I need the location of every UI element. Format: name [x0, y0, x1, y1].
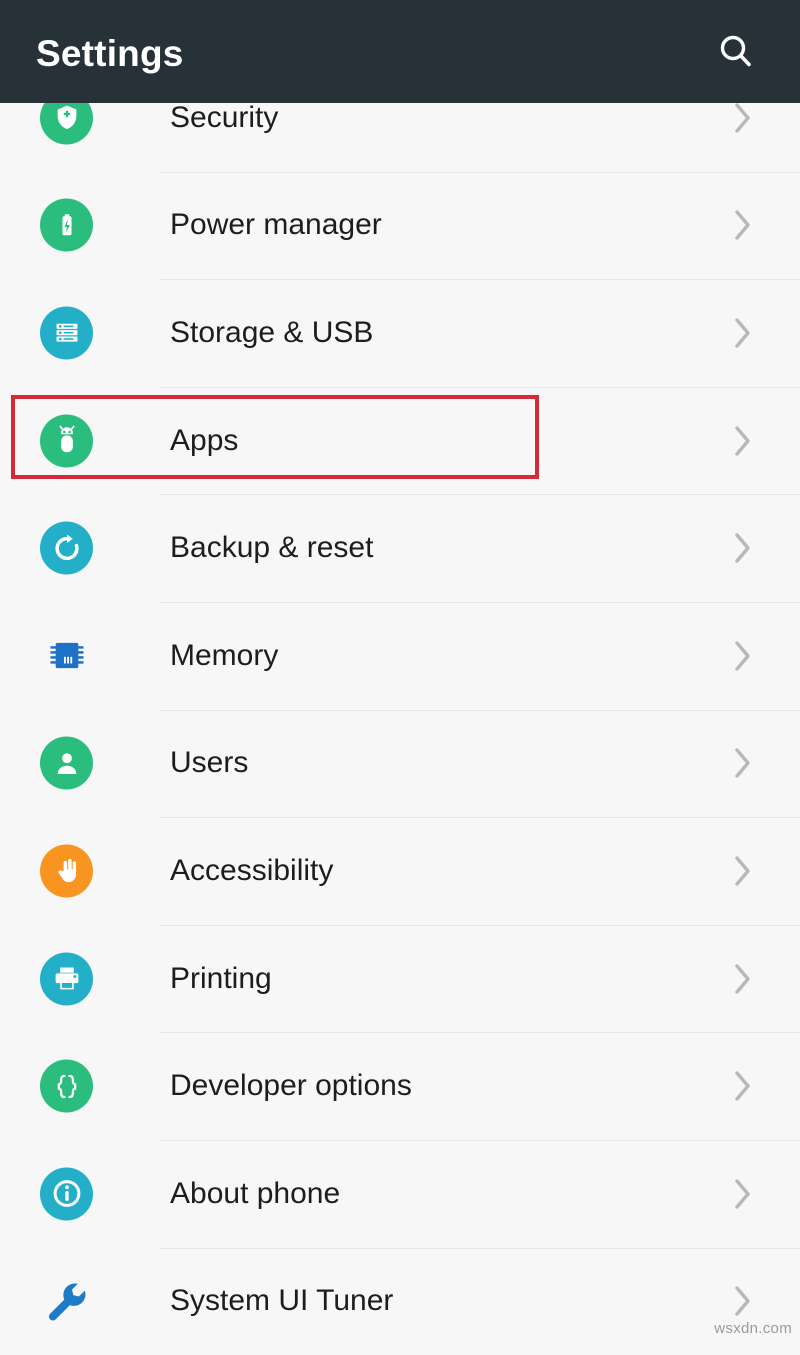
list-item-backup-reset[interactable]: Backup & reset: [0, 494, 800, 602]
chevron-right-icon: [730, 962, 756, 996]
list-item-printing[interactable]: Printing: [0, 924, 800, 1033]
chevron-right-icon: [730, 101, 756, 135]
list-divider: [160, 494, 800, 496]
list-divider: [160, 924, 800, 926]
search-icon[interactable]: [708, 24, 764, 80]
list-item-label: Security: [170, 100, 279, 134]
app-bar: Settings: [0, 0, 800, 103]
list-divider: [160, 1247, 800, 1249]
list-item-power-manager[interactable]: Power manager: [0, 171, 800, 280]
settings-list: Security Power manager Storage & USB Apps Ba…: [0, 64, 800, 1355]
info-icon: [40, 1167, 93, 1221]
list-item-label: About phone: [170, 1176, 341, 1210]
person-icon: [40, 736, 93, 790]
chevron-right-icon: [730, 746, 756, 780]
list-divider: [160, 1139, 800, 1141]
list-item-about-phone[interactable]: About phone: [0, 1139, 800, 1248]
list-item-label: Printing: [170, 961, 272, 995]
chevron-right-icon: [730, 316, 756, 350]
list-item-apps[interactable]: Apps: [0, 386, 800, 495]
list-item-system-ui-tuner[interactable]: System UI Tuner: [0, 1247, 800, 1355]
watermark: wsxdn.com: [714, 1320, 792, 1337]
list-divider: [160, 171, 800, 173]
list-divider: [160, 279, 800, 281]
list-item-label: Accessibility: [170, 853, 334, 887]
list-item-label: Apps: [170, 423, 239, 457]
list-divider: [160, 601, 800, 603]
list-item-users[interactable]: Users: [0, 709, 800, 818]
list-item-storage-usb[interactable]: Storage & USB: [0, 279, 800, 387]
memory-chip-icon: [40, 629, 93, 682]
list-item-label: Developer options: [170, 1069, 412, 1103]
list-item-label: Memory: [170, 638, 279, 672]
curly-braces-icon: [40, 1059, 93, 1113]
printer-icon: [40, 952, 93, 1006]
list-divider: [160, 1032, 800, 1034]
list-item-label: System UI Tuner: [170, 1284, 394, 1318]
battery-icon: [40, 198, 93, 252]
list-item-label: Users: [170, 746, 249, 780]
list-divider: [160, 817, 800, 819]
chevron-right-icon: [730, 1284, 756, 1318]
list-item-label: Power manager: [170, 208, 382, 242]
list-item-label: Storage & USB: [170, 315, 374, 349]
list-item-accessibility[interactable]: Accessibility: [0, 817, 800, 925]
refresh-icon: [40, 521, 93, 575]
chevron-right-icon: [730, 639, 756, 673]
list-divider: [160, 709, 800, 711]
list-item-developer-options[interactable]: Developer options: [0, 1032, 800, 1140]
chevron-right-icon: [730, 531, 756, 565]
list-divider: [160, 386, 800, 388]
list-item-memory[interactable]: Memory: [0, 601, 800, 710]
wrench-icon: [40, 1275, 93, 1328]
chevron-right-icon: [730, 854, 756, 888]
android-robot-icon: [40, 414, 93, 468]
chevron-right-icon: [730, 424, 756, 458]
list-item-label: Backup & reset: [170, 531, 374, 565]
page-title: Settings: [36, 33, 184, 74]
chevron-right-icon: [730, 1177, 756, 1211]
storage-icon: [40, 306, 93, 360]
chevron-right-icon: [730, 208, 756, 242]
hand-pointer-icon: [40, 844, 93, 898]
chevron-right-icon: [730, 1069, 756, 1103]
